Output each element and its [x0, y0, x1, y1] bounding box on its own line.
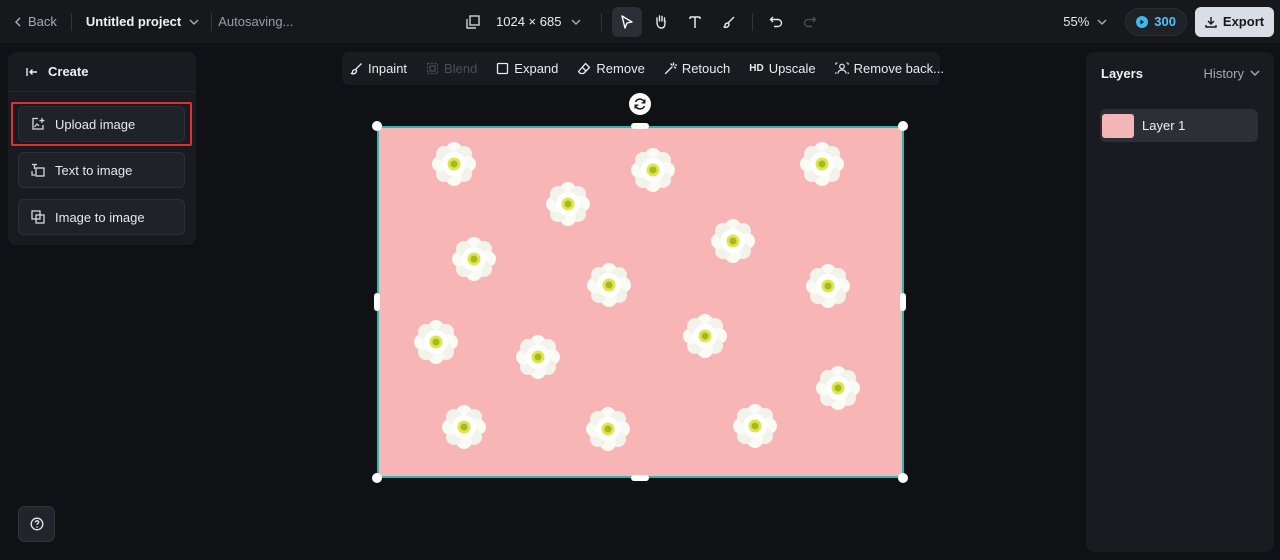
resize-canvas-icon[interactable]: [466, 14, 480, 29]
history-label: History: [1203, 65, 1244, 81]
rotate-icon: [633, 97, 647, 111]
upscale-label: Upscale: [768, 61, 816, 76]
upload-image-button[interactable]: Upload image: [18, 106, 185, 142]
help-button[interactable]: [18, 506, 55, 542]
remove-background-icon: [834, 62, 849, 75]
autosave-status: Autosaving...: [218, 14, 294, 29]
hand-icon: [654, 14, 668, 29]
chevron-down-icon: [1250, 69, 1260, 77]
resize-handle-left[interactable]: [374, 293, 380, 311]
resize-handle-right[interactable]: [900, 293, 906, 311]
canvas-size: 1024 × 685: [496, 14, 562, 29]
cursor-icon: [620, 14, 634, 29]
canvas-size-dropdown[interactable]: 1024 × 685: [496, 14, 581, 29]
brush-icon: [722, 15, 736, 29]
layer-thumbnail: [1102, 113, 1134, 138]
layers-panel-header: Layers History: [1086, 52, 1274, 94]
help-icon: [30, 517, 44, 531]
image-to-image-label: Image to image: [55, 209, 145, 225]
redo-icon: [803, 15, 817, 28]
brush-tool[interactable]: [714, 7, 744, 37]
upload-image-label: Upload image: [55, 116, 136, 132]
undo-icon: [769, 15, 783, 28]
blend-icon: [426, 62, 439, 75]
upload-image-icon: [31, 117, 45, 131]
remove-background-label: Remove back...: [853, 61, 944, 76]
blend-label: Blend: [444, 61, 478, 76]
export-button[interactable]: Export: [1195, 6, 1274, 37]
wand-icon: [664, 62, 677, 75]
chevron-down-icon: [189, 18, 199, 26]
create-panel: Create Upload image Text to image Image …: [8, 52, 196, 245]
blend-button[interactable]: Blend: [426, 61, 477, 76]
credits-button[interactable]: 300: [1125, 7, 1187, 36]
resize-handle-top[interactable]: [631, 123, 649, 129]
image-edit-toolbar: Inpaint Blend Expand Remove Retouch HD U…: [342, 52, 944, 85]
divider: [752, 12, 754, 31]
remove-background-button[interactable]: Remove back...: [834, 61, 944, 76]
layers-tab[interactable]: Layers: [1101, 66, 1143, 81]
expand-label: Expand: [514, 61, 559, 76]
create-panel-header[interactable]: Create: [8, 52, 196, 92]
text-to-image-button[interactable]: Text to image: [18, 152, 185, 188]
divider: [211, 12, 213, 31]
zoom-dropdown[interactable]: 55%: [1063, 14, 1107, 29]
rotate-handle[interactable]: [629, 93, 651, 115]
resize-handle-bottom[interactable]: [631, 475, 649, 481]
image-to-image-button[interactable]: Image to image: [18, 199, 185, 235]
eraser-icon: [577, 62, 591, 75]
credits-count: 300: [1154, 14, 1176, 29]
collapse-left-icon: [26, 67, 38, 77]
credits-icon: [1136, 15, 1149, 28]
layers-panel: Layers History Layer 1: [1086, 52, 1274, 552]
project-name: Untitled project: [85, 14, 182, 29]
hd-icon: HD: [749, 63, 764, 74]
zoom-level: 55%: [1063, 14, 1090, 29]
upscale-button[interactable]: HD Upscale: [749, 61, 815, 76]
layer-item[interactable]: Layer 1: [1100, 109, 1258, 142]
project-name-dropdown[interactable]: Untitled project: [86, 14, 199, 29]
resize-handle-top-left[interactable]: [372, 121, 382, 131]
hand-tool[interactable]: [646, 7, 676, 37]
text-icon: [688, 15, 702, 29]
chevron-down-icon: [1097, 18, 1107, 26]
redo-button[interactable]: [795, 7, 825, 37]
undo-button[interactable]: [761, 7, 791, 37]
history-dropdown[interactable]: History: [1204, 66, 1260, 81]
divider: [601, 12, 603, 31]
export-label: Export: [1222, 14, 1265, 29]
back-button[interactable]: Back: [14, 14, 57, 29]
remove-button[interactable]: Remove: [577, 61, 645, 76]
resize-handle-bottom-left[interactable]: [372, 473, 382, 483]
create-panel-title: Create: [48, 64, 89, 79]
flower-image: [414, 142, 860, 451]
text-to-image-label: Text to image: [55, 162, 133, 178]
remove-label: Remove: [596, 61, 645, 76]
retouch-button[interactable]: Retouch: [664, 61, 730, 76]
chevron-down-icon: [571, 18, 581, 26]
chevron-left-icon: [14, 16, 22, 27]
expand-button[interactable]: Expand: [496, 61, 558, 76]
resize-handle-bottom-right[interactable]: [898, 473, 908, 483]
inpaint-label: Inpaint: [368, 61, 408, 76]
text-tool[interactable]: [680, 7, 710, 37]
image-to-image-icon: [31, 210, 45, 224]
text-to-image-icon: [31, 163, 45, 177]
expand-icon: [496, 62, 509, 75]
inpaint-button[interactable]: Inpaint: [350, 61, 407, 76]
top-bar: Back Untitled project Autosaving... 1024…: [0, 0, 1280, 43]
retouch-label: Retouch: [681, 61, 731, 76]
canvas-image[interactable]: [377, 126, 904, 478]
back-label: Back: [28, 14, 57, 29]
brush-icon: [350, 62, 363, 75]
download-icon: [1205, 16, 1217, 28]
select-tool[interactable]: [612, 6, 643, 37]
layer-label: Layer 1: [1142, 118, 1186, 133]
divider: [70, 12, 72, 31]
resize-handle-top-right[interactable]: [898, 121, 908, 131]
